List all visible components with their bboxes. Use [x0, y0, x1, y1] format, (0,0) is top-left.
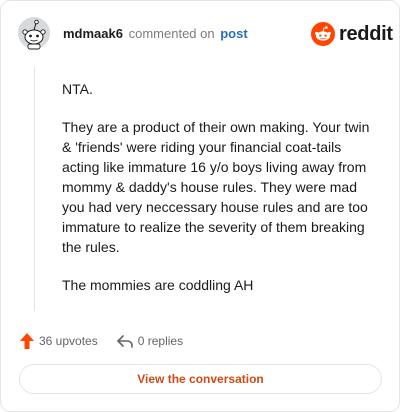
- thread-line[interactable]: [34, 67, 35, 311]
- comment-paragraph: They are a product of their own making. …: [62, 119, 370, 255]
- reddit-logo[interactable]: reddit: [311, 21, 393, 47]
- reddit-logo-icon: [311, 22, 335, 46]
- snoo-avatar-icon: [18, 17, 50, 50]
- comment-header: mdmaak6 commented on post: [63, 27, 248, 41]
- username[interactable]: mdmaak6: [63, 26, 123, 41]
- avatar[interactable]: [17, 15, 51, 51]
- comment-paragraph: NTA.: [62, 81, 93, 97]
- post-link[interactable]: post: [220, 26, 247, 41]
- comment-card: mdmaak6 commented on post reddit NTA. Th…: [0, 0, 400, 412]
- replies-count: 0 replies: [137, 334, 184, 348]
- replies-button[interactable]: 0 replies: [116, 333, 183, 349]
- comment-actions: 36 upvotes 0 replies: [19, 331, 183, 351]
- reply-arrow-icon: [116, 335, 133, 348]
- upvote-arrow-icon: [20, 333, 34, 349]
- view-conversation-button[interactable]: View the conversation: [19, 364, 382, 394]
- reddit-wordmark: reddit: [339, 22, 393, 45]
- view-conversation-label: View the conversation: [137, 372, 264, 386]
- upvote-button[interactable]: 36 upvotes: [19, 332, 98, 350]
- upvote-count: 36 upvotes: [39, 334, 98, 348]
- commented-on-text: commented on: [128, 26, 215, 41]
- comment-body: NTA. They are a product of their own mak…: [62, 79, 380, 313]
- comment-paragraph: The mommies are coddling AH: [62, 277, 254, 293]
